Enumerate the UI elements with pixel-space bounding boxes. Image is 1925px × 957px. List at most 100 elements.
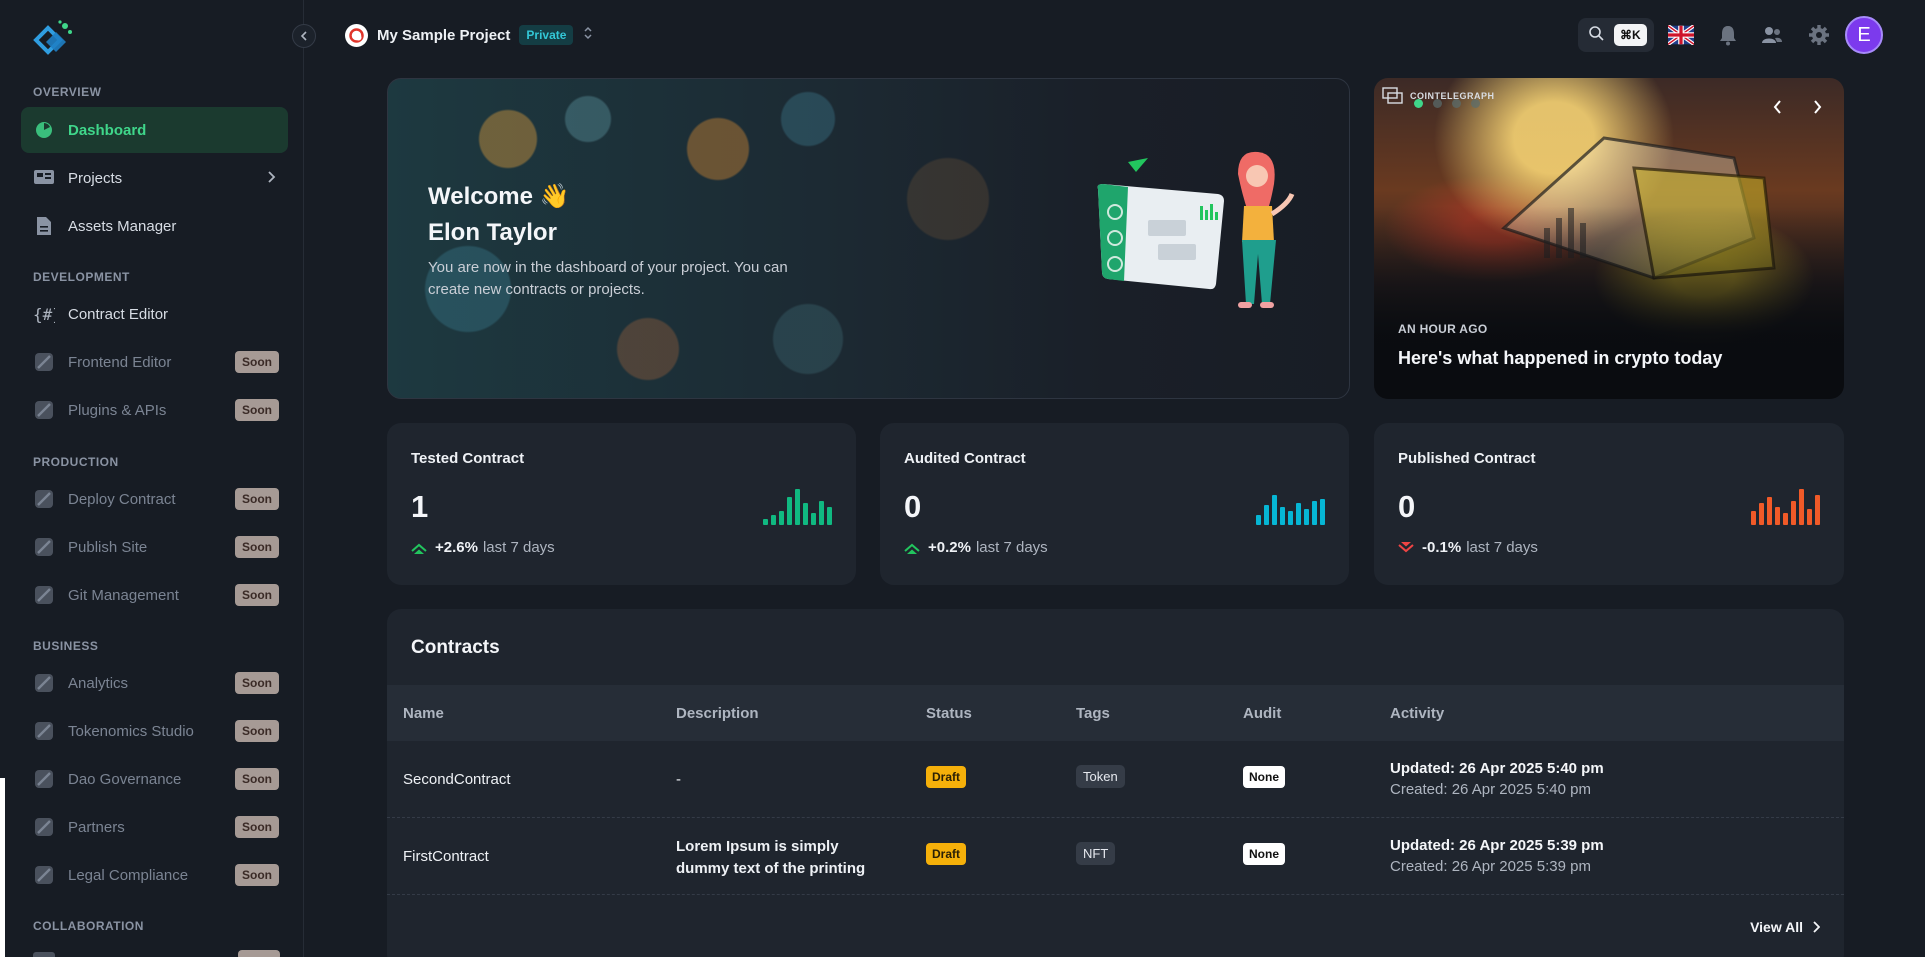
disabled-icon	[33, 816, 55, 838]
mini-bar	[1320, 499, 1325, 525]
sidebar-item-tokenomics-studio[interactable]: Tokenomics Studio Soon	[21, 708, 288, 754]
tag-chip: Token	[1076, 765, 1125, 788]
user-avatar[interactable]: E	[1845, 16, 1883, 54]
status-badge: Draft	[926, 766, 967, 788]
trend-up-icon	[904, 543, 920, 554]
sidebar-item-label: Partners	[68, 818, 125, 836]
mini-bar	[763, 519, 768, 525]
sidebar-item-deploy-contract[interactable]: Deploy Contract Soon	[21, 476, 288, 522]
sidebar-item-plugins-apis[interactable]: Plugins & APIs Soon	[21, 387, 288, 433]
view-all-button[interactable]: View All	[1750, 919, 1820, 935]
soon-badge: Soon	[235, 768, 279, 790]
mini-bar	[811, 513, 816, 525]
users-icon[interactable]	[1759, 22, 1785, 48]
sidebar-item-projects[interactable]: Projects	[21, 155, 288, 201]
contract-name[interactable]: FirstContract	[403, 848, 489, 865]
carousel-dot[interactable]	[1471, 99, 1480, 108]
column-header-name[interactable]: Name	[403, 705, 444, 722]
tag-chip-label: NFT	[1076, 842, 1116, 865]
welcome-user-name: Elon Taylor	[428, 219, 557, 246]
welcome-description: You are now in the dashboard of your pro…	[428, 259, 788, 298]
sidebar-item-dashboard[interactable]: Dashboard	[21, 107, 288, 153]
stat-value: 0	[1398, 489, 1416, 524]
stat-trend-period: last 7 days	[975, 539, 1048, 556]
sidebar-item-publish-site[interactable]: Publish Site Soon	[21, 524, 288, 570]
gear-icon[interactable]	[1806, 22, 1832, 48]
sidebar-item-assets-manager[interactable]: Assets Manager	[21, 203, 288, 249]
table-row[interactable]: FirstContract Lorem Ipsum is simply dumm…	[387, 818, 1844, 895]
column-header-status[interactable]: Status	[926, 705, 972, 722]
column-header-tags[interactable]: Tags	[1076, 705, 1110, 722]
news-carousel[interactable]: COINTELEGRAPH AN HOUR AGO Here's what ha…	[1374, 78, 1844, 399]
soon-badge: Soon	[235, 351, 279, 373]
language-flag-icon[interactable]	[1668, 22, 1694, 48]
sidebar-item-label: Dashboard	[68, 121, 147, 139]
sidebar-item-legal-compliance[interactable]: Legal Compliance Soon	[21, 852, 288, 898]
disabled-icon	[33, 952, 55, 957]
disabled-icon	[33, 399, 55, 421]
contracts-title: Contracts	[411, 637, 500, 658]
welcome-line: Welcome 👋	[428, 183, 570, 210]
mini-bar	[1288, 511, 1293, 525]
carousel-dot[interactable]	[1452, 99, 1461, 108]
disabled-icon	[33, 536, 55, 558]
stat-label: Tested Contract	[411, 450, 525, 467]
sidebar-item-analytics[interactable]: Analytics Soon	[21, 660, 288, 706]
stat-trend-period: last 7 days	[482, 539, 555, 556]
column-header-activity[interactable]: Activity	[1390, 705, 1444, 722]
disabled-icon	[33, 351, 55, 373]
column-header-audit[interactable]: Audit	[1243, 705, 1281, 722]
soon-badge: Soon	[235, 488, 279, 510]
chevron-left-icon	[300, 31, 307, 41]
sidebar-item-label: Projects	[68, 169, 123, 187]
sidebar-item-label: Dao Governance	[68, 770, 182, 788]
collapse-sidebar-button[interactable]	[292, 24, 316, 48]
activity-cell: Updated: 26 Apr 2025 5:40 pm Created: 26…	[1390, 760, 1604, 798]
sidebar-item-frontend-editor[interactable]: Frontend Editor Soon	[21, 339, 288, 385]
contract-description: -	[676, 771, 681, 788]
app-logo[interactable]	[32, 18, 74, 60]
carousel-next-button[interactable]	[1806, 96, 1828, 118]
column-header-description[interactable]: Description	[676, 705, 759, 722]
disabled-icon	[33, 864, 55, 886]
mini-bar	[779, 511, 784, 525]
section-development: DEVELOPMENT	[33, 270, 130, 284]
stat-value: 0	[904, 489, 922, 524]
carousel-dot[interactable]	[1433, 99, 1442, 108]
stat-label: Audited Contract	[904, 450, 1026, 467]
activity-updated: Updated: 26 Apr 2025 5:40 pm	[1390, 760, 1604, 777]
carousel-dots	[1414, 99, 1480, 108]
sidebar-item-partners[interactable]: Partners Soon	[21, 804, 288, 850]
contract-name[interactable]: SecondContract	[403, 771, 511, 788]
sidebar-item-label: Assets Manager	[68, 217, 177, 235]
disabled-icon	[33, 768, 55, 790]
code-braces-icon: {#}	[33, 303, 55, 325]
scroll-indicator	[0, 778, 5, 957]
sidebar-item-git-management[interactable]: Git Management Soon	[21, 572, 288, 618]
carousel-dot[interactable]	[1414, 99, 1423, 108]
stat-trend: +0.2% last 7 days	[904, 539, 1048, 556]
mini-bar	[1272, 495, 1277, 525]
table-row[interactable]: SecondContract - Draft Token None Update…	[387, 741, 1844, 818]
mini-bar	[1807, 509, 1812, 525]
tag-chip-label: Token	[1076, 765, 1125, 788]
bell-icon[interactable]	[1715, 22, 1741, 48]
sidebar-item-dao-governance[interactable]: Dao Governance Soon	[21, 756, 288, 802]
section-overview: OVERVIEW	[33, 85, 102, 99]
sidebar-item-contract-editor[interactable]: {#} Contract Editor	[21, 291, 288, 337]
sidebar-item-label: Tokenomics Studio	[68, 722, 194, 740]
svg-text:{#}: {#}	[33, 305, 55, 324]
mini-bar-chart	[1751, 489, 1820, 525]
sidebar-item-label: Frontend Editor	[68, 353, 172, 371]
soon-badge: Soon	[235, 720, 279, 742]
mini-bar	[1791, 501, 1796, 525]
cointelegraph-logo-icon	[1382, 87, 1403, 104]
mini-bar	[1767, 497, 1772, 525]
news-title[interactable]: Here's what happened in crypto today	[1398, 348, 1722, 369]
project-switcher[interactable]: My Sample Project Private	[345, 22, 593, 48]
mini-bar	[827, 507, 832, 525]
carousel-prev-button[interactable]	[1766, 96, 1788, 118]
sidebar-item-label: Contract Editor	[68, 305, 169, 323]
mini-bar	[1751, 511, 1756, 525]
search-button[interactable]: ⌘K	[1578, 18, 1654, 52]
